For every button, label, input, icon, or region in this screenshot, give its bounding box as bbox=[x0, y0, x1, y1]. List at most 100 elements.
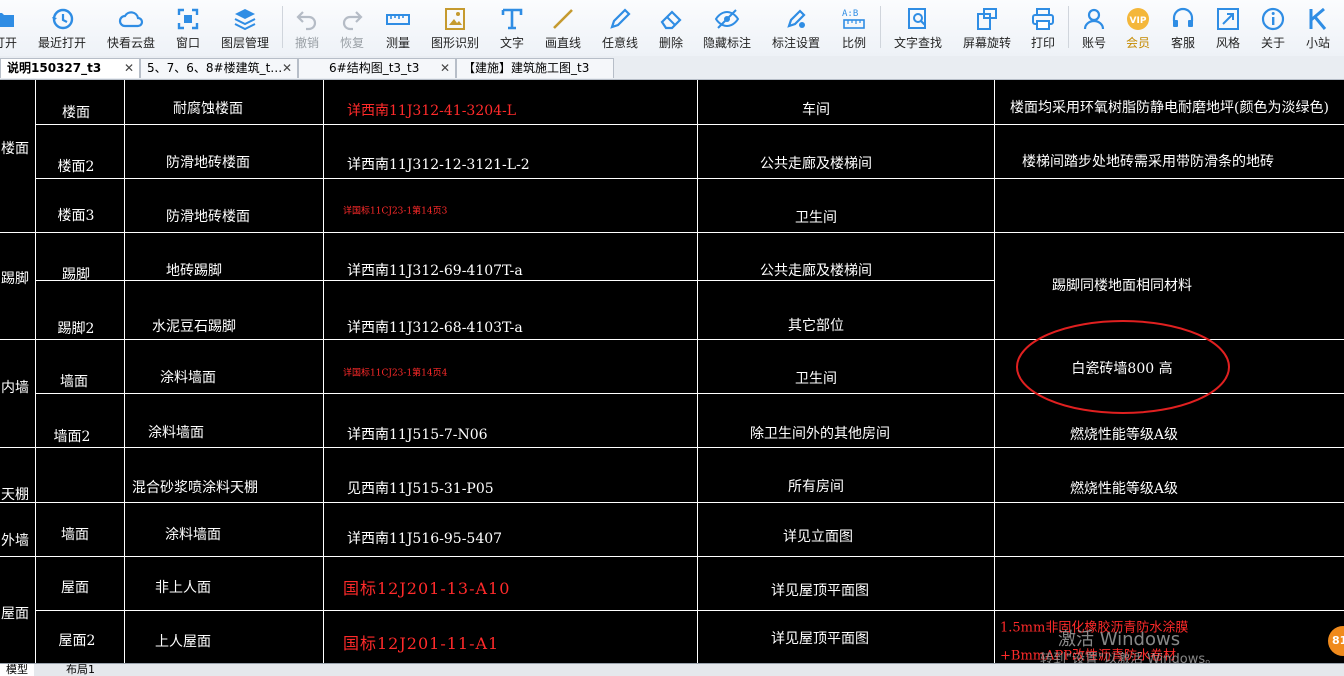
annotset-label: 标注设置 bbox=[771, 36, 820, 50]
annotation-settings-button[interactable]: 标注设置 bbox=[769, 3, 823, 53]
row-reference: 详西南11J312-12-3121-L-2 bbox=[347, 157, 530, 173]
hide-label: 隐藏标注 bbox=[702, 36, 751, 50]
rotate-label: 屏幕旋转 bbox=[962, 36, 1011, 50]
find-label: 文字查找 bbox=[893, 36, 942, 50]
measure-label: 测量 bbox=[385, 36, 410, 50]
row-reference: 详西南11J312-41-3204-L bbox=[347, 103, 517, 119]
row-reference: 国标12J201-11-A1 bbox=[343, 634, 500, 653]
row-name: 涂料墙面 bbox=[160, 370, 216, 386]
service-button[interactable]: 客服 bbox=[1168, 3, 1198, 53]
row-code: 屋面 bbox=[61, 580, 89, 596]
cloud-button[interactable]: 快看云盘 bbox=[104, 3, 158, 53]
site-button[interactable]: 小站 bbox=[1303, 3, 1333, 53]
scale-label: 比例 bbox=[841, 36, 866, 50]
vip-badge-text: VIP bbox=[1130, 16, 1147, 26]
row-note: 踢脚同楼地面相同材料 bbox=[1052, 278, 1192, 294]
close-icon[interactable]: ✕ bbox=[440, 59, 450, 78]
redo-button[interactable]: 恢复 bbox=[337, 3, 367, 53]
print-label: 打印 bbox=[1030, 36, 1055, 50]
tab-label: 5、7、6、8#楼建筑_t… bbox=[147, 61, 283, 75]
eye-hidden-icon bbox=[714, 9, 740, 29]
row-reference: 详西南11J516-95-5407 bbox=[347, 531, 503, 547]
headset-icon bbox=[1172, 7, 1194, 27]
skin-style-icon bbox=[1217, 8, 1239, 30]
hide-annotation-button[interactable]: 隐藏标注 bbox=[701, 3, 753, 53]
row-code: 楼面3 bbox=[57, 208, 95, 224]
window-button[interactable]: 窗口 bbox=[173, 3, 203, 53]
row-name: 上人屋面 bbox=[155, 634, 211, 650]
line-tool-icon bbox=[553, 9, 573, 29]
layout-tab-model[interactable]: 模型 bbox=[0, 664, 34, 676]
recent-button[interactable]: 最近打开 bbox=[36, 3, 88, 53]
toolbar-divider bbox=[1068, 6, 1069, 48]
row-area: 卫生间 bbox=[795, 210, 837, 226]
row-area: 卫生间 bbox=[795, 371, 837, 387]
print-button[interactable]: 打印 bbox=[1028, 3, 1058, 53]
cloud-icon bbox=[118, 11, 144, 28]
layers-button[interactable]: 图层管理 bbox=[218, 3, 272, 53]
row-area: 详见屋顶平面图 bbox=[771, 631, 869, 647]
row-reference: 详国标11CJ23-1第14页4 bbox=[343, 368, 448, 379]
history-clock-icon bbox=[52, 8, 74, 30]
about-button[interactable]: 关于 bbox=[1258, 3, 1288, 53]
layout-tab-bar: 模型 布局1 bbox=[0, 663, 1344, 676]
find-text-button[interactable]: 文字查找 bbox=[891, 3, 945, 53]
activation-watermark-subtitle: 转到"设置"以激活 Windows。 bbox=[1040, 652, 1219, 663]
undo-button[interactable]: 撤销 bbox=[292, 3, 322, 53]
member-button[interactable]: VIP 会员 bbox=[1123, 3, 1153, 53]
layout-tab-layout1[interactable]: 布局1 bbox=[60, 664, 101, 676]
printer-icon bbox=[1032, 8, 1054, 30]
rotate-screen-icon bbox=[977, 8, 997, 30]
eraser-icon bbox=[660, 10, 682, 30]
pencil-icon bbox=[610, 8, 631, 29]
row-reference: 详西南11J312-69-4107T-a bbox=[347, 263, 523, 279]
category-ceiling: 天棚 bbox=[1, 487, 29, 503]
row-area: 除卫生间外的其他房间 bbox=[750, 426, 890, 442]
category-interior-wall: 内墙 bbox=[1, 380, 29, 396]
row-code: 楼面 bbox=[62, 105, 90, 121]
row-note: 燃烧性能等级A级 bbox=[1069, 481, 1179, 497]
row-name: 混合砂浆喷涂料天棚 bbox=[132, 480, 258, 496]
account-button[interactable]: 账号 bbox=[1079, 3, 1109, 53]
row-note: 楼面均采用环氧树脂防静电耐磨地坪(颜色为淡绿色) bbox=[1010, 100, 1329, 116]
row-code: 墙面2 bbox=[53, 429, 91, 445]
freeline-label: 任意线 bbox=[601, 36, 638, 50]
ruler-icon bbox=[386, 14, 410, 25]
row-area: 车间 bbox=[802, 102, 830, 118]
row-area: 所有房间 bbox=[788, 479, 844, 495]
row-code: 墙面 bbox=[61, 527, 89, 543]
pen-settings-icon bbox=[787, 9, 806, 28]
document-tab[interactable]: 6#结构图_t3_t3 ✕ bbox=[298, 58, 456, 78]
drawing-canvas[interactable]: 楼面 踢脚 内墙 天棚 外墙 屋面 楼面 耐腐蚀楼面 详西南11J312-41-… bbox=[0, 80, 1344, 663]
style-button[interactable]: 风格 bbox=[1213, 3, 1243, 53]
text-search-icon bbox=[908, 8, 926, 29]
layers-icon bbox=[234, 9, 256, 31]
tab-label: 说明150327_t3 bbox=[7, 61, 102, 75]
image-recognize-icon bbox=[445, 8, 465, 30]
info-icon bbox=[1261, 7, 1285, 31]
recognize-button[interactable]: 图形识别 bbox=[428, 3, 482, 53]
open-button[interactable]: 打开 bbox=[0, 3, 22, 53]
row-name: 涂料墙面 bbox=[165, 527, 221, 543]
toolbar-divider bbox=[880, 6, 881, 48]
row-name: 涂料墙面 bbox=[148, 425, 204, 441]
measure-button[interactable]: 测量 bbox=[383, 3, 413, 53]
row-name: 非上人面 bbox=[155, 580, 211, 596]
document-tab[interactable]: 5、7、6、8#楼建筑_t… ✕ bbox=[140, 58, 298, 78]
window-label: 窗口 bbox=[175, 36, 200, 50]
freeline-button[interactable]: 任意线 bbox=[600, 3, 640, 53]
row-reference: 详西南11J515-7-N06 bbox=[347, 427, 488, 443]
row-area: 详见立面图 bbox=[783, 529, 853, 545]
close-icon[interactable]: ✕ bbox=[282, 59, 292, 78]
category-exterior-wall: 外墙 bbox=[1, 533, 29, 549]
folder-open-icon bbox=[0, 13, 14, 27]
service-label: 客服 bbox=[1170, 36, 1195, 50]
close-icon[interactable]: ✕ bbox=[124, 59, 134, 78]
document-tab[interactable]: 说明150327_t3 ✕ bbox=[0, 58, 140, 78]
erase-button[interactable]: 删除 bbox=[656, 3, 686, 53]
line-button[interactable]: 画直线 bbox=[543, 3, 583, 53]
document-tab[interactable]: 【建施】建筑施工图_t3 bbox=[456, 58, 614, 78]
rotate-screen-button[interactable]: 屏幕旋转 bbox=[960, 3, 1014, 53]
text-button[interactable]: 文字 bbox=[497, 3, 527, 53]
scale-button[interactable]: A:B 比例 bbox=[839, 3, 869, 53]
